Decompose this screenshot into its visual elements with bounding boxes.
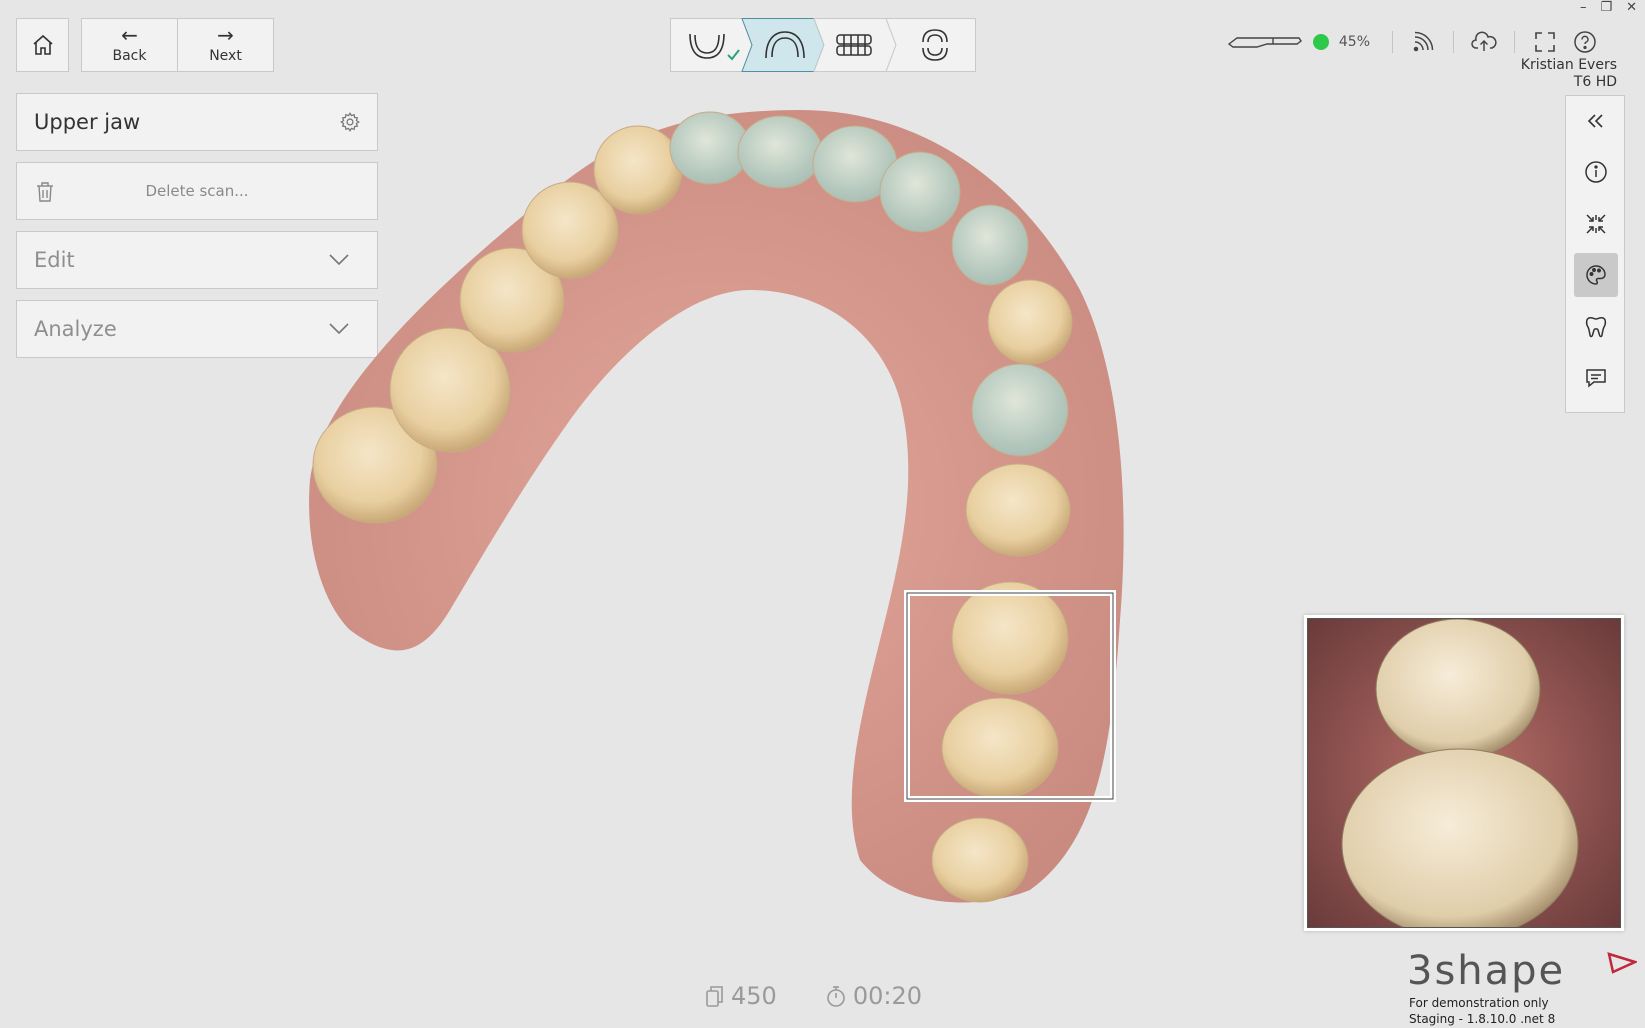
fullscreen-icon[interactable]: [1531, 28, 1559, 56]
color-button[interactable]: [1574, 253, 1618, 297]
trash-icon: [37, 182, 53, 202]
logo-text: 3shape: [1407, 948, 1566, 994]
step-occlusion[interactable]: [885, 18, 976, 72]
version-label: Staging - 1.8.10.0 .net 8: [1409, 1012, 1556, 1026]
arrow-right-icon: →: [217, 23, 234, 47]
window-controls: – ❐ ✕: [1580, 0, 1637, 15]
demo-notice: For demonstration only: [1409, 996, 1549, 1010]
collapse-button[interactable]: [1574, 99, 1618, 143]
close-button[interactable]: ✕: [1626, 0, 1637, 15]
divider: [1514, 31, 1515, 53]
restore-button[interactable]: ❐: [1600, 0, 1612, 15]
divider: [1392, 31, 1393, 53]
scan-timer: 00:20: [825, 982, 922, 1010]
step-upper-jaw[interactable]: [741, 18, 825, 72]
collapse-icon: [1587, 114, 1603, 128]
tooth-icon: [1585, 316, 1607, 338]
divider: [1453, 31, 1454, 53]
scan-count: 450: [705, 982, 777, 1010]
scan-3d-view[interactable]: [300, 100, 1160, 940]
edit-label: Edit: [34, 248, 75, 272]
jaw-title: Upper jaw: [34, 110, 141, 134]
home-icon: [32, 34, 53, 55]
scan-count-value: 450: [731, 982, 777, 1010]
wireless-icon[interactable]: [1409, 28, 1437, 56]
info-button[interactable]: [1574, 150, 1618, 194]
logo-mark-icon: [1607, 952, 1637, 974]
home-button[interactable]: [16, 18, 69, 72]
comment-button[interactable]: [1574, 356, 1618, 400]
back-button[interactable]: ← Back: [82, 19, 177, 71]
cloud-upload-icon[interactable]: [1470, 28, 1498, 56]
analyze-label: Analyze: [34, 317, 117, 341]
help-icon[interactable]: [1571, 28, 1599, 56]
live-preview-image: [1308, 619, 1620, 927]
copy-icon: [706, 986, 723, 1007]
scan-stats: 450 00:20: [705, 982, 970, 1010]
step-bite[interactable]: [813, 18, 897, 72]
tooth-button[interactable]: [1574, 305, 1618, 349]
step-lower-jaw[interactable]: [670, 18, 753, 72]
user-name: Kristian Evers: [1520, 57, 1617, 73]
info-icon: [1585, 161, 1607, 183]
device-name: T6 HD: [1573, 74, 1617, 90]
status-bar: 45%: [1227, 28, 1605, 56]
scanner-status-dot: [1312, 34, 1329, 50]
arrow-left-icon: ←: [121, 23, 138, 47]
scanner-icon[interactable]: [1227, 32, 1303, 52]
next-label: Next: [209, 48, 242, 64]
back-label: Back: [112, 48, 147, 64]
right-toolbar: [1565, 95, 1625, 413]
comment-icon: [1586, 369, 1606, 388]
scan-timer-value: 00:20: [852, 982, 922, 1010]
minimize-button[interactable]: –: [1580, 0, 1587, 15]
next-button[interactable]: → Next: [177, 19, 273, 71]
live-preview: [1304, 615, 1624, 931]
shrink-button[interactable]: [1574, 202, 1618, 246]
delete-scan-label: Delete scan...: [145, 182, 249, 200]
scanner-percent: 45%: [1338, 34, 1370, 50]
workflow-steps: [670, 18, 976, 72]
brand-logo: 3shape: [1407, 948, 1637, 994]
stopwatch-icon: [827, 986, 845, 1007]
shrink-icon: [1586, 214, 1606, 234]
back-next-group: ← Back → Next: [81, 18, 274, 72]
palette-icon: [1586, 265, 1606, 285]
